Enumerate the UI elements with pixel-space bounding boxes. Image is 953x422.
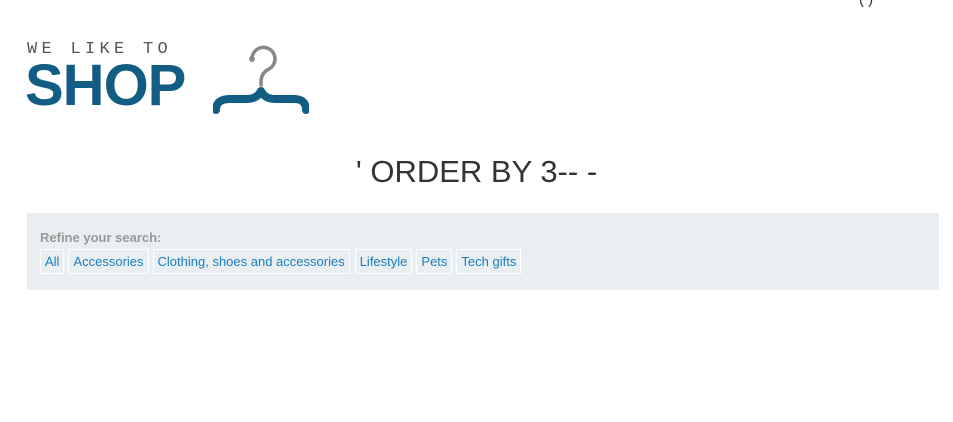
hanger-icon: [213, 45, 309, 114]
filter-link-pets[interactable]: Pets: [416, 249, 453, 274]
filter-label: Refine your search:: [40, 230, 162, 245]
category-filter-list: All Accessories Clothing, shoes and acce…: [40, 249, 926, 274]
page-title: ' ORDER BY 3-- -: [355, 154, 598, 189]
filter-link-clothing[interactable]: Clothing, shoes and accessories: [152, 249, 350, 274]
filter-link-lifestyle[interactable]: Lifestyle: [354, 249, 413, 274]
filter-link-tech-gifts[interactable]: Tech gifts: [456, 249, 522, 274]
site-logo[interactable]: WE LIKE TO SHOP: [25, 38, 317, 118]
account-link-fragment[interactable]: ( ): [859, 0, 873, 8]
filter-link-accessories[interactable]: Accessories: [68, 249, 149, 274]
page: ( ) WE LIKE TO SHOP ' ORDER BY 3-- - Ref…: [0, 0, 953, 422]
filter-panel: Refine your search: All Accessories Clot…: [27, 213, 939, 290]
filter-link-all[interactable]: All: [40, 249, 65, 274]
logo-wordmark: SHOP: [25, 53, 186, 118]
